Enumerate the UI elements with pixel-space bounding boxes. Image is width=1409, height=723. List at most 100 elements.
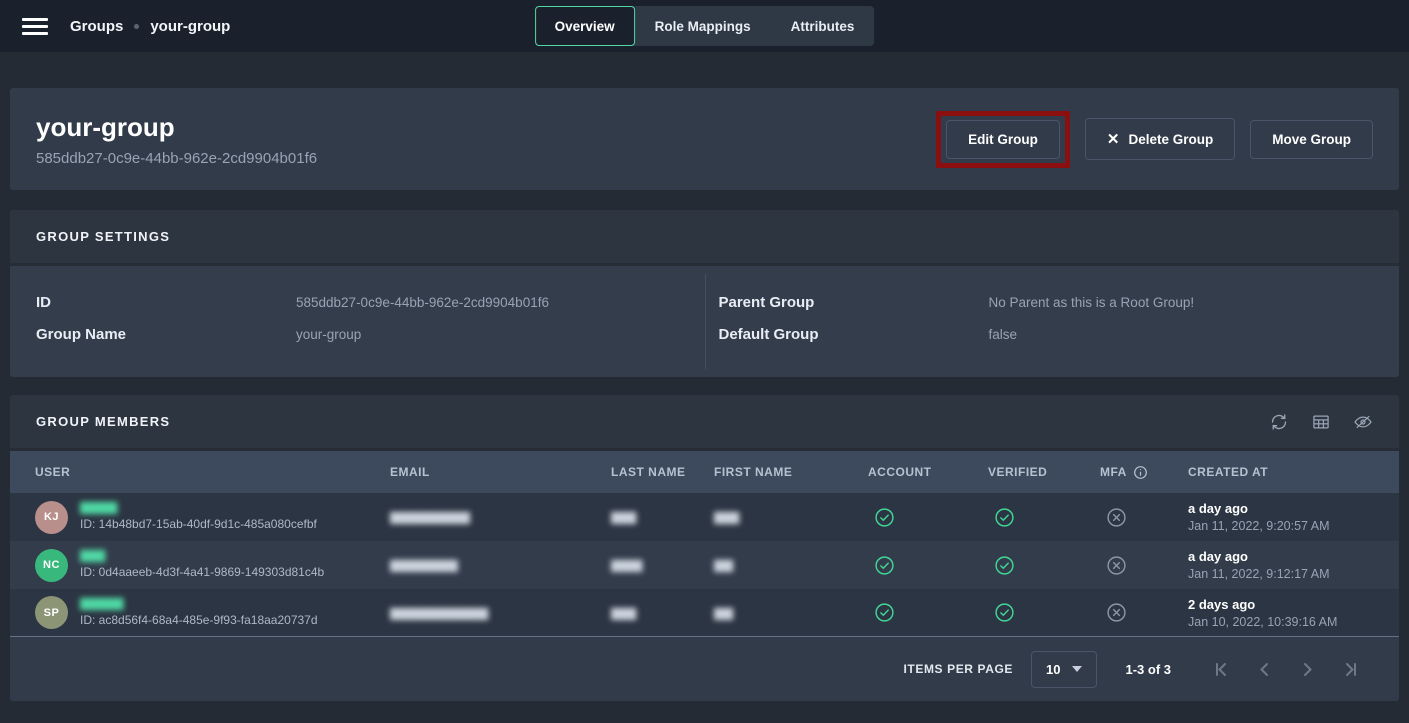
col-user[interactable]: USER bbox=[35, 465, 390, 479]
hide-columns-eye-icon[interactable] bbox=[1353, 412, 1373, 432]
user-meta: ██████ ID: 14b48bd7-15ab-40df-9d1c-485a0… bbox=[80, 503, 317, 531]
group-uuid: 585ddb27-0c9e-44bb-962e-2cd9904b01f6 bbox=[36, 150, 317, 167]
group-header-text: your-group 585ddb27-0c9e-44bb-962e-2cd99… bbox=[36, 112, 317, 167]
close-icon: ✕ bbox=[1107, 130, 1120, 148]
username-redacted[interactable]: ██████ bbox=[80, 503, 317, 514]
check-circle-icon bbox=[994, 602, 1015, 623]
first-name-redacted: ████ bbox=[714, 513, 738, 524]
members-table-header: USER EMAIL LAST NAME FIRST NAME ACCOUNT … bbox=[10, 451, 1399, 493]
edit-group-button[interactable]: Edit Group bbox=[946, 120, 1060, 159]
group-settings-body: ID 585ddb27-0c9e-44bb-962e-2cd9904b01f6 … bbox=[10, 266, 1399, 377]
group-settings-header: GROUP SETTINGS bbox=[10, 210, 1399, 266]
tab-role-mappings[interactable]: Role Mappings bbox=[635, 6, 771, 46]
tab-overview[interactable]: Overview bbox=[535, 6, 635, 46]
last-page-icon[interactable] bbox=[1342, 661, 1359, 678]
verified-status bbox=[988, 555, 1100, 576]
pager-controls bbox=[1213, 661, 1359, 678]
mfa-status bbox=[1100, 507, 1188, 528]
field-group-name-value: your-group bbox=[296, 327, 361, 342]
check-circle-icon bbox=[874, 507, 895, 528]
first-page-icon[interactable] bbox=[1213, 661, 1230, 678]
group-members-card: GROUP MEMBERS USER EMAIL LAST NAME FIRST… bbox=[10, 395, 1399, 701]
field-parent-group: Parent Group No Parent as this is a Root… bbox=[705, 286, 1400, 318]
created-relative: 2 days ago bbox=[1188, 597, 1374, 612]
username-redacted[interactable]: ████ bbox=[80, 551, 324, 562]
account-status bbox=[868, 555, 988, 576]
user-meta: ████ ID: 0d4aaeeb-4d3f-4a41-9869-149303d… bbox=[80, 551, 324, 579]
x-circle-icon bbox=[1106, 602, 1127, 623]
verified-status bbox=[988, 507, 1100, 528]
settings-left-column: ID 585ddb27-0c9e-44bb-962e-2cd9904b01f6 … bbox=[10, 286, 705, 350]
user-cell: SP ███████ ID: ac8d56f4-68a4-485e-9f93-f… bbox=[35, 596, 390, 629]
members-toolbar bbox=[1269, 412, 1373, 432]
created-relative: a day ago bbox=[1188, 549, 1374, 564]
user-id: ID: ac8d56f4-68a4-485e-9f93-fa18aa20737d bbox=[80, 613, 318, 627]
created-relative: a day ago bbox=[1188, 501, 1374, 516]
group-header-card: your-group 585ddb27-0c9e-44bb-962e-2cd99… bbox=[10, 88, 1399, 190]
account-status bbox=[868, 507, 988, 528]
table-row[interactable]: NC ████ ID: 0d4aaeeb-4d3f-4a41-9869-1493… bbox=[10, 541, 1399, 589]
mfa-status bbox=[1100, 555, 1188, 576]
col-last-name[interactable]: LAST NAME bbox=[611, 465, 714, 479]
col-first-name[interactable]: FIRST NAME bbox=[714, 465, 868, 479]
refresh-icon[interactable] bbox=[1269, 412, 1289, 432]
breadcrumb-section[interactable]: Groups bbox=[70, 18, 123, 35]
avatar: SP bbox=[35, 596, 68, 629]
settings-right-column: Parent Group No Parent as this is a Root… bbox=[705, 286, 1400, 350]
field-parent-group-value: No Parent as this is a Root Group! bbox=[989, 295, 1195, 310]
group-actions: Edit Group ✕ Delete Group Move Group bbox=[936, 111, 1373, 168]
last-name-redacted: ████ bbox=[611, 513, 635, 524]
menu-icon[interactable] bbox=[22, 18, 48, 35]
move-group-button[interactable]: Move Group bbox=[1250, 120, 1373, 159]
col-created-at[interactable]: CREATED AT bbox=[1188, 465, 1374, 479]
avatar: NC bbox=[35, 549, 68, 582]
breadcrumb-separator-icon bbox=[134, 24, 139, 29]
created-cell: a day ago Jan 11, 2022, 9:20:57 AM bbox=[1188, 501, 1374, 533]
user-id: ID: 14b48bd7-15ab-40df-9d1c-485a080cefbf bbox=[80, 517, 317, 531]
avatar: KJ bbox=[35, 501, 68, 534]
col-mfa-label: MFA bbox=[1100, 465, 1127, 479]
edit-group-highlight-annotation: Edit Group bbox=[936, 111, 1070, 168]
field-id: ID 585ddb27-0c9e-44bb-962e-2cd9904b01f6 bbox=[10, 286, 705, 318]
check-circle-icon bbox=[874, 555, 895, 576]
username-redacted[interactable]: ███████ bbox=[80, 599, 318, 610]
items-per-page-value: 10 bbox=[1046, 662, 1060, 677]
previous-page-icon[interactable] bbox=[1256, 661, 1273, 678]
table-view-icon[interactable] bbox=[1311, 412, 1331, 432]
field-group-name-label: Group Name bbox=[36, 326, 296, 343]
check-circle-icon bbox=[994, 507, 1015, 528]
group-settings-card: GROUP SETTINGS ID 585ddb27-0c9e-44bb-962… bbox=[10, 210, 1399, 377]
group-members-header: GROUP MEMBERS bbox=[10, 395, 1399, 451]
table-row[interactable]: SP ███████ ID: ac8d56f4-68a4-485e-9f93-f… bbox=[10, 589, 1399, 637]
next-page-icon[interactable] bbox=[1299, 661, 1316, 678]
tab-attributes[interactable]: Attributes bbox=[771, 6, 875, 46]
check-circle-icon bbox=[994, 555, 1015, 576]
breadcrumb-current: your-group bbox=[150, 18, 230, 35]
email-redacted: █████████████ bbox=[390, 513, 469, 524]
field-default-group-label: Default Group bbox=[719, 326, 989, 343]
field-id-label: ID bbox=[36, 294, 296, 311]
created-exact: Jan 10, 2022, 10:39:16 AM bbox=[1188, 615, 1374, 629]
field-default-group-value: false bbox=[989, 327, 1018, 342]
last-name-redacted: █████ bbox=[611, 561, 641, 572]
chevron-down-icon bbox=[1072, 666, 1082, 672]
page-title: your-group bbox=[36, 112, 317, 143]
created-cell: a day ago Jan 11, 2022, 9:12:17 AM bbox=[1188, 549, 1374, 581]
email-redacted: ███████████ bbox=[390, 561, 457, 572]
email-redacted: ████████████████ bbox=[390, 609, 487, 620]
col-email[interactable]: EMAIL bbox=[390, 465, 611, 479]
delete-group-button[interactable]: ✕ Delete Group bbox=[1085, 118, 1235, 160]
table-row[interactable]: KJ ██████ ID: 14b48bd7-15ab-40df-9d1c-48… bbox=[10, 493, 1399, 541]
table-pagination: ITEMS PER PAGE 10 1-3 of 3 bbox=[10, 637, 1399, 701]
info-icon[interactable] bbox=[1133, 465, 1148, 480]
account-status bbox=[868, 602, 988, 623]
delete-group-label: Delete Group bbox=[1128, 132, 1213, 147]
col-account[interactable]: ACCOUNT bbox=[868, 465, 988, 479]
col-verified[interactable]: VERIFIED bbox=[988, 465, 1100, 479]
col-mfa[interactable]: MFA bbox=[1100, 465, 1188, 480]
created-exact: Jan 11, 2022, 9:12:17 AM bbox=[1188, 567, 1374, 581]
tab-bar: Overview Role Mappings Attributes bbox=[535, 6, 875, 46]
group-settings-title: GROUP SETTINGS bbox=[36, 229, 170, 244]
items-per-page-select[interactable]: 10 bbox=[1031, 651, 1097, 688]
check-circle-icon bbox=[874, 602, 895, 623]
